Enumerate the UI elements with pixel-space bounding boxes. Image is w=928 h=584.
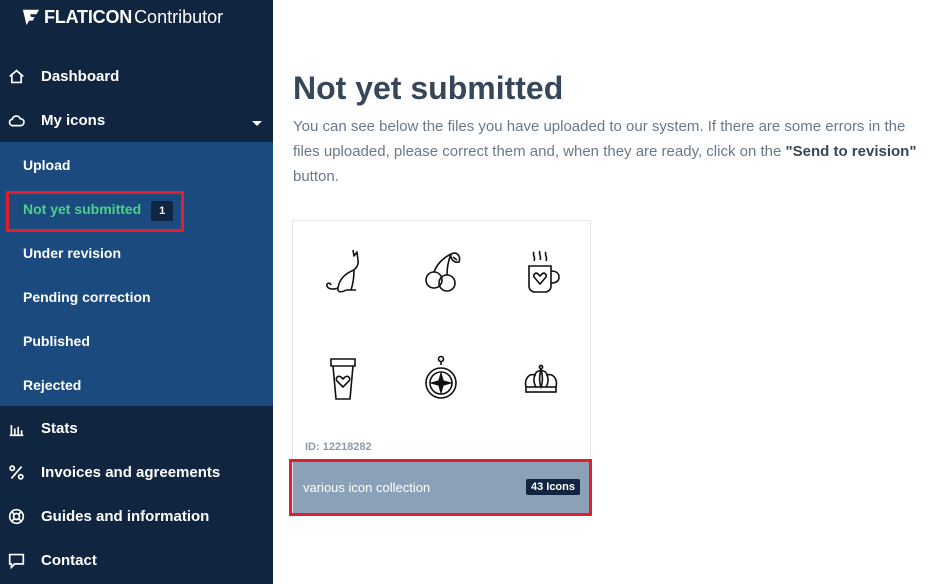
sidebar-item-contact[interactable]: Contact	[0, 538, 273, 582]
brand-product: Contributor	[134, 6, 224, 27]
lifebuoy-icon	[6, 506, 26, 526]
my-icons-submenu: Upload Not yet submitted 1 Under revision…	[0, 142, 273, 406]
sidebar-item-dashboard[interactable]: Dashboard	[0, 54, 273, 98]
sidebar-item-guides[interactable]: Guides and information	[0, 494, 273, 538]
sidebar-item-invoices[interactable]: Invoices and agreements	[0, 450, 273, 494]
submenu-item-upload[interactable]: Upload	[23, 157, 70, 173]
sidebar-item-label: My icons	[41, 111, 106, 129]
sidebar-item-label: Guides and information	[41, 507, 210, 525]
sidebar-item-my-icons[interactable]: My icons	[0, 98, 273, 142]
cherry-icon	[416, 246, 466, 296]
coffee-cup-heart-icon	[318, 353, 368, 403]
compass-icon	[416, 353, 466, 403]
cloud-icon	[6, 110, 26, 130]
sidebar: FLATICON Contributor Dashboard My icons …	[0, 0, 273, 584]
submenu-item-rejected[interactable]: Rejected	[23, 377, 81, 393]
description-bold: "Send to revision"	[785, 143, 917, 160]
submenu-item-under-revision[interactable]: Under revision	[23, 245, 121, 261]
page-title: Not yet submitted	[293, 70, 564, 106]
sidebar-item-stats[interactable]: Stats	[0, 406, 273, 450]
sidebar-item-label: Contact	[41, 551, 97, 569]
submenu-item-published[interactable]: Published	[23, 333, 90, 349]
brand-name: FLATICON	[44, 6, 133, 27]
chat-icon	[6, 550, 26, 570]
pack-id: ID: 12218282	[305, 441, 372, 453]
description-text-end: button.	[293, 168, 339, 185]
chevron-down-icon[interactable]	[251, 115, 263, 132]
page-description: You can see below the files you have upl…	[293, 114, 918, 189]
mug-heart-icon	[516, 246, 566, 296]
submenu-item-pending-correction[interactable]: Pending correction	[23, 289, 151, 305]
sidebar-item-label: Dashboard	[41, 67, 120, 85]
sidebar-item-label: Invoices and agreements	[41, 463, 221, 481]
cat-icon	[318, 246, 368, 296]
percent-icon	[6, 462, 26, 482]
crown-icon	[516, 353, 566, 403]
flaticon-logo[interactable]: FLATICON Contributor	[22, 6, 223, 28]
highlight-box-not-yet-submitted	[6, 191, 184, 232]
bar-chart-icon	[6, 418, 26, 438]
sidebar-item-label: Stats	[41, 419, 78, 437]
flaticon-logo-icon	[22, 9, 40, 26]
highlight-box-pack-footer	[289, 459, 592, 516]
home-icon	[6, 66, 26, 86]
